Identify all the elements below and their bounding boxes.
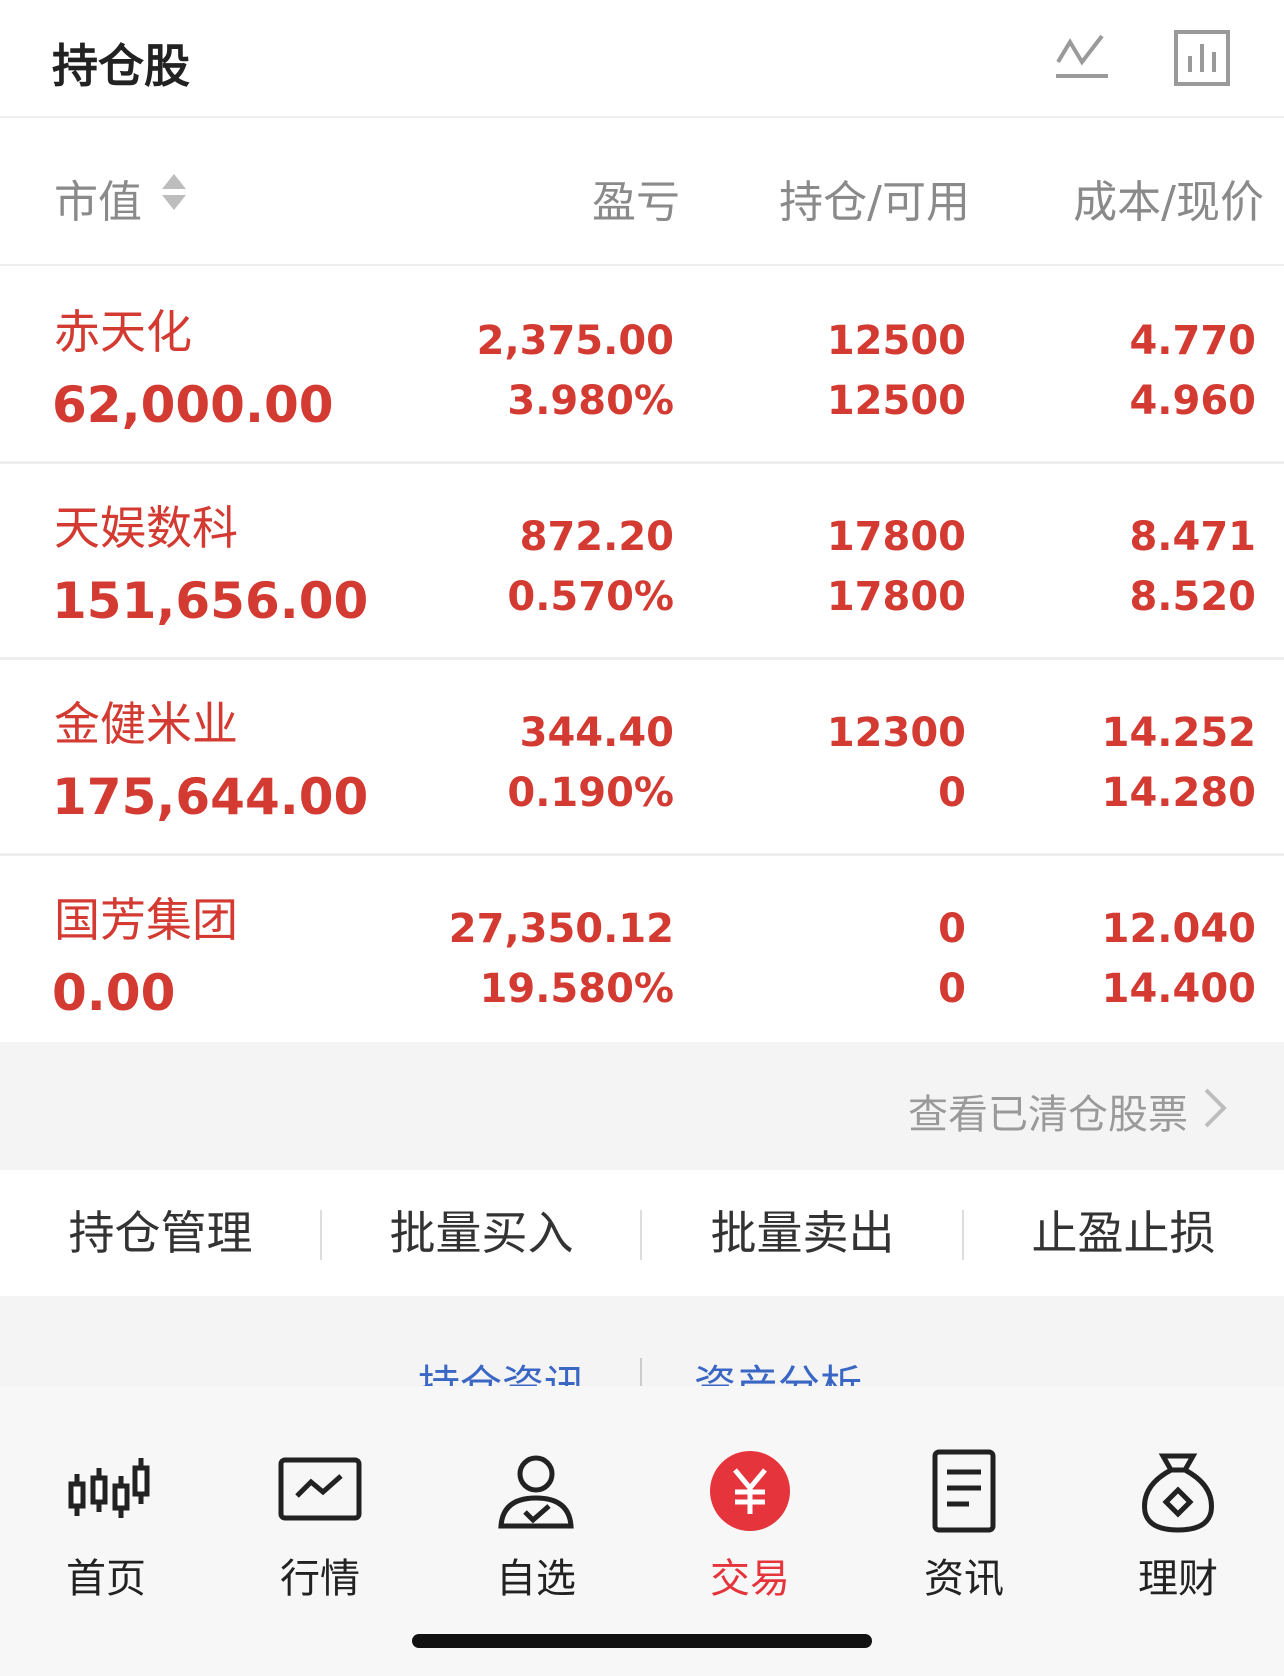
column-market-value[interactable]: 市值 xyxy=(54,166,142,230)
table-row[interactable]: 金健米业 175,644.00 344.40 0.190% 12300 0 14… xyxy=(0,660,1284,856)
stock-name: 国芳集团 xyxy=(54,893,238,947)
market-value: 175,644.00 xyxy=(52,768,369,826)
position-management-button[interactable]: 持仓管理 xyxy=(0,1170,321,1296)
holding: 0 xyxy=(938,906,966,952)
nav-label: 自选 xyxy=(496,1556,576,1602)
chevron-right-icon[interactable] xyxy=(1202,1086,1228,1130)
position-action-bar: 持仓管理 批量买入 批量卖出 止盈止损 xyxy=(0,1170,1284,1296)
nav-market[interactable]: 行情 xyxy=(220,1446,420,1604)
page-title: 持仓股 xyxy=(52,39,190,93)
stock-name: 赤天化 xyxy=(54,305,192,359)
cleared-stocks-section: 查看已清仓股票 xyxy=(0,1042,1284,1170)
nav-trade[interactable]: 交易 xyxy=(650,1446,850,1604)
available: 0 xyxy=(938,770,966,816)
column-position: 持仓/可用 xyxy=(779,177,970,228)
pl-percent: 19.580% xyxy=(479,966,674,1012)
yen-circle-icon xyxy=(710,1451,790,1531)
column-profit-loss: 盈亏 xyxy=(592,177,680,228)
cost: 4.770 xyxy=(1129,318,1256,364)
nav-wealth[interactable]: 理财 xyxy=(1078,1446,1278,1604)
money-bag-icon xyxy=(1142,1453,1214,1533)
market-value: 0.00 xyxy=(52,964,176,1022)
position-news-link[interactable]: 持仓资讯 xyxy=(418,1352,586,1386)
asset-analysis-link[interactable]: 资产分析 xyxy=(694,1352,862,1386)
nav-label: 理财 xyxy=(1138,1556,1218,1602)
pl-amount: 2,375.00 xyxy=(476,318,674,364)
nav-news[interactable]: 资讯 xyxy=(864,1446,1064,1604)
page-header: 持仓股 xyxy=(0,0,1284,118)
divider xyxy=(640,1210,642,1260)
bottom-nav: 首页 行情 自选 交易 资讯 理财 xyxy=(0,1386,1284,1676)
stock-name: 金健米业 xyxy=(54,697,238,751)
holding: 17800 xyxy=(826,514,966,560)
market-value: 62,000.00 xyxy=(52,376,334,434)
cost: 8.471 xyxy=(1129,514,1256,560)
batch-sell-button[interactable]: 批量卖出 xyxy=(642,1170,963,1296)
nav-watchlist[interactable]: 自选 xyxy=(436,1446,636,1604)
line-chart-icon[interactable] xyxy=(1052,28,1112,88)
nav-home[interactable]: 首页 xyxy=(6,1446,206,1604)
available: 17800 xyxy=(826,574,966,620)
column-cost-price: 成本/现价 xyxy=(1073,177,1264,228)
candlestick-icon xyxy=(68,1458,150,1518)
nav-label: 首页 xyxy=(66,1556,146,1602)
pl-percent: 0.570% xyxy=(507,574,674,620)
nav-label: 资讯 xyxy=(924,1556,1004,1602)
holding: 12300 xyxy=(826,710,966,756)
pl-percent: 3.980% xyxy=(507,378,674,424)
batch-buy-button[interactable]: 批量买入 xyxy=(321,1170,642,1296)
pl-amount: 27,350.12 xyxy=(448,906,674,952)
bar-chart-icon[interactable] xyxy=(1172,28,1232,88)
column-header: 市值 盈亏 持仓/可用 成本/现价 xyxy=(0,118,1284,266)
market-chart-icon xyxy=(278,1457,362,1521)
home-indicator[interactable] xyxy=(412,1634,872,1648)
holding: 12500 xyxy=(826,318,966,364)
table-row[interactable]: 天娱数科 151,656.00 872.20 0.570% 17800 1780… xyxy=(0,464,1284,660)
info-links: 持仓资讯 资产分析 xyxy=(0,1296,1284,1386)
stop-profit-loss-button[interactable]: 止盈止损 xyxy=(963,1170,1284,1296)
pl-amount: 344.40 xyxy=(519,710,674,756)
sort-icon[interactable] xyxy=(160,172,188,212)
price: 14.400 xyxy=(1101,966,1256,1012)
cost: 14.252 xyxy=(1101,710,1256,756)
cleared-stocks-link[interactable]: 查看已清仓股票 xyxy=(908,1082,1188,1140)
stock-name: 天娱数科 xyxy=(54,501,238,555)
market-value: 151,656.00 xyxy=(52,572,369,630)
price: 4.960 xyxy=(1129,378,1256,424)
nav-label: 行情 xyxy=(280,1556,360,1602)
price: 8.520 xyxy=(1129,574,1256,620)
nav-label: 交易 xyxy=(710,1556,790,1602)
price: 14.280 xyxy=(1101,770,1256,816)
cost: 12.040 xyxy=(1101,906,1256,952)
available: 12500 xyxy=(826,378,966,424)
divider xyxy=(962,1210,964,1260)
table-row[interactable]: 国芳集团 0.00 27,350.12 19.580% 0 0 12.040 1… xyxy=(0,856,1284,1052)
divider xyxy=(320,1210,322,1260)
pl-percent: 0.190% xyxy=(507,770,674,816)
available: 0 xyxy=(938,966,966,1012)
pl-amount: 872.20 xyxy=(519,514,674,560)
table-row[interactable]: 赤天化 62,000.00 2,375.00 3.980% 12500 1250… xyxy=(0,268,1284,464)
user-check-icon xyxy=(498,1455,574,1529)
divider xyxy=(640,1358,642,1386)
document-icon xyxy=(932,1449,996,1533)
